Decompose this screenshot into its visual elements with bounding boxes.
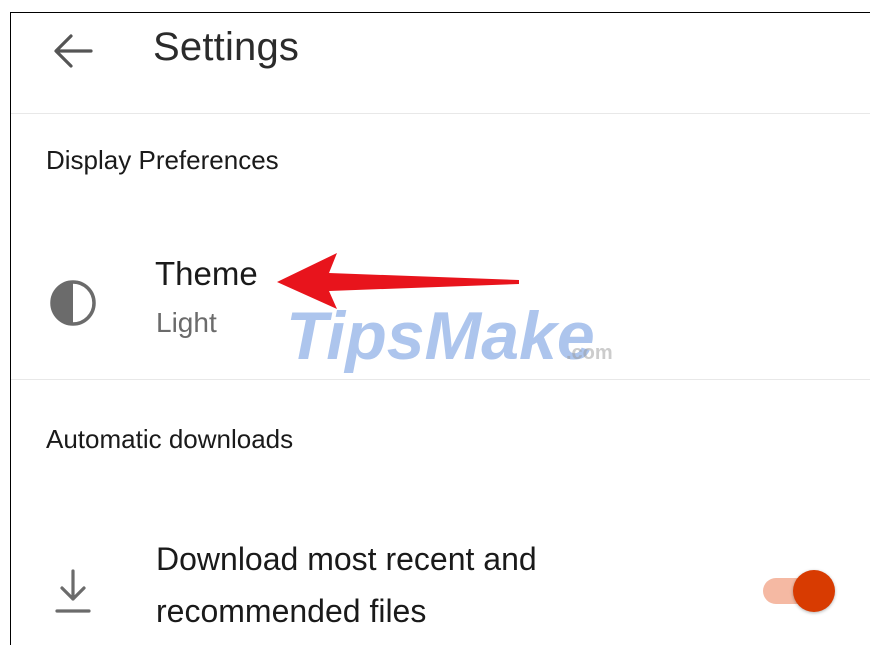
back-button[interactable] [49, 27, 97, 75]
theme-title: Theme [155, 255, 258, 292]
theme-value: Light [156, 307, 217, 338]
section-divider [11, 379, 870, 380]
download-label-line2: recommended files [156, 593, 427, 629]
half-circle-contrast-icon [49, 279, 97, 327]
download-icon [49, 565, 97, 617]
page-title: Settings [153, 25, 300, 69]
section-header-automatic-downloads: Automatic downloads [46, 424, 294, 454]
section-header-display-preferences: Display Preferences [46, 145, 279, 175]
arrow-left-icon [54, 34, 93, 68]
settings-screen: Settings Display Preferences Theme Light… [10, 12, 870, 645]
download-recent-files-row[interactable]: Download most recent and recommended fil… [11, 523, 870, 643]
toggle-thumb [793, 570, 835, 612]
theme-setting-row[interactable]: Theme Light [11, 241, 870, 379]
download-toggle[interactable] [763, 568, 839, 612]
app-bar: Settings [11, 13, 870, 114]
download-label-line1: Download most recent and [156, 541, 537, 577]
download-setting-label: Download most recent and recommended fil… [156, 533, 716, 637]
